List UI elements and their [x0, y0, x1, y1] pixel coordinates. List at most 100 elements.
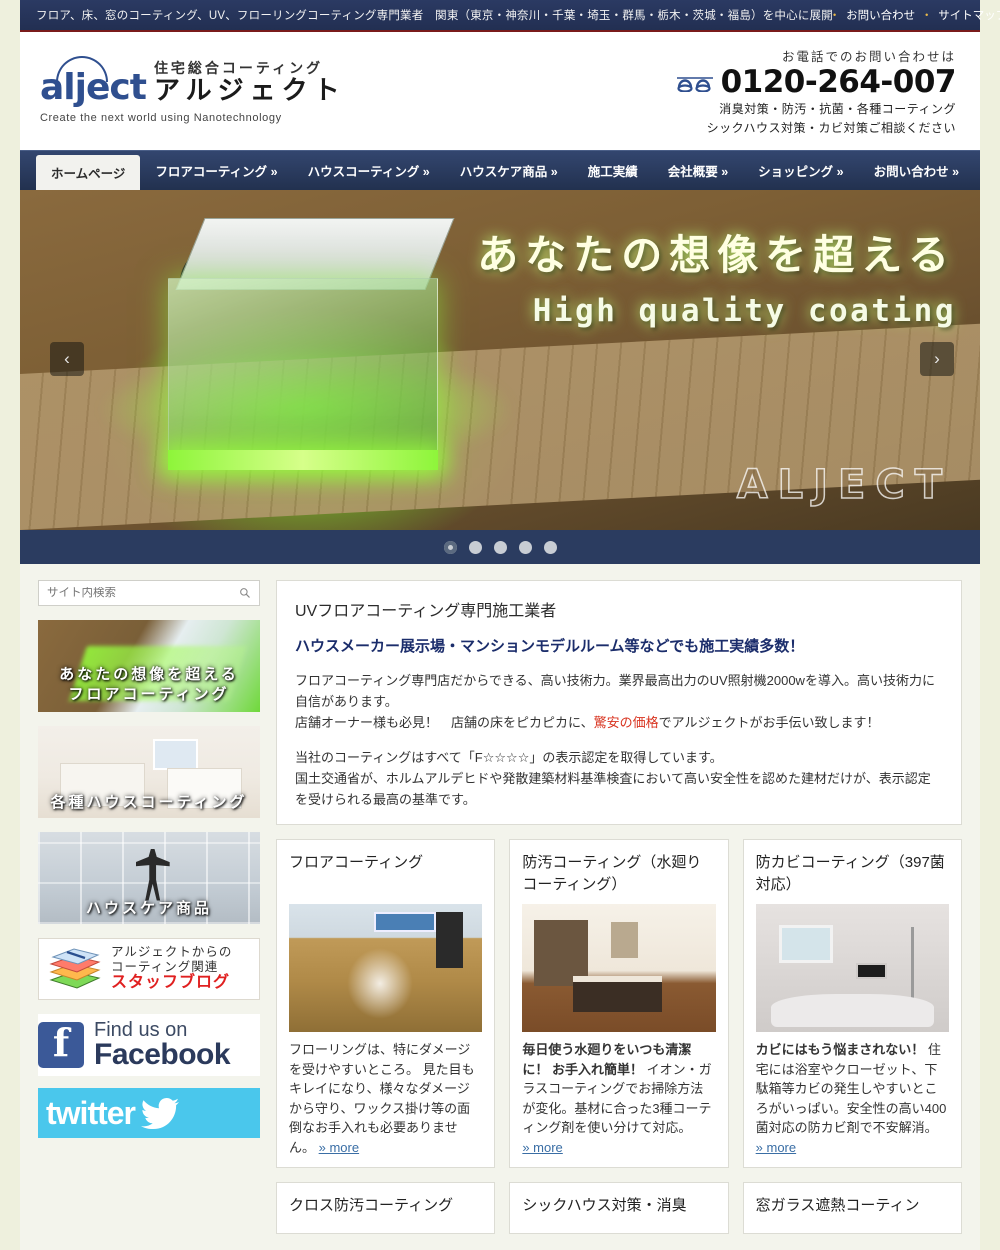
product-card[interactable]: 窓ガラス遮熱コーティン [742, 1182, 962, 1235]
intro-text-c: でアルジェクトがお手伝い致します！ [658, 715, 880, 731]
hero-uv-light-strip [168, 450, 438, 470]
card-more-link[interactable]: » more [319, 1140, 359, 1155]
sidebar-banner-1-caption-line2: フロアコーティング [68, 686, 230, 703]
facebook-line-1: Find us on [94, 1019, 188, 1041]
product-card[interactable]: 防汚コーティング（水廻りコーティング） 毎日使う水廻りをいつも清潔に！ お手入れ… [509, 839, 729, 1169]
logo-row: alject 住宅総合コーティング アルジェクト [40, 56, 346, 106]
sidebar-banner-housecare[interactable]: ハウスケア商品 [38, 832, 260, 924]
contact-label: お電話でのお問い合わせは [781, 49, 956, 64]
top-bar-links: • お問い合わせ • サイトマップ [833, 7, 1000, 23]
intro-panel: UVフロアコーティング専門施工業者 ハウスメーカー展示場・マンションモデルルーム… [276, 580, 962, 826]
hero-slider[interactable]: あなたの想像を超える High quality coating ALJECT ‹… [20, 190, 980, 530]
sidebar: あなたの想像を超える フロアコーティング 各種ハウスコーティング ハウスケア商品 [38, 580, 260, 1250]
image-bathtub [771, 993, 934, 1028]
nav-item-housecare-products[interactable]: ハウスケア商品 » [445, 151, 573, 190]
main-navigation: ホームページ フロアコーティング » ハウスコーティング » ハウスケア商品 »… [20, 150, 980, 190]
contact-sub-line-1: 消臭対策・防汚・抗菌・各種コーティング [719, 101, 956, 116]
top-bar-link-contact[interactable]: お問い合わせ [846, 7, 915, 23]
logo-japanese: 住宅総合コーティング アルジェクト [154, 60, 346, 106]
image-window [374, 911, 436, 933]
logo-wordmark: alject [40, 56, 147, 106]
product-card[interactable]: クロス防汚コーティング [276, 1182, 496, 1235]
main-column: UVフロアコーティング専門施工業者 ハウスメーカー展示場・マンションモデルルーム… [276, 580, 962, 1250]
hero-copy: あなたの想像を超える High quality coating [477, 232, 956, 329]
intro-subheading: ハウスメーカー展示場・マンションモデルルーム等などでも施工実績多数！ [295, 638, 805, 655]
slider-dot-5[interactable] [543, 540, 557, 554]
logo-jp-big: アルジェクト [153, 75, 346, 106]
top-bar-link-sitemap[interactable]: サイトマップ [938, 7, 1000, 23]
slider-prev-arrow-icon[interactable]: ‹ [50, 342, 84, 376]
card-title: フロアコーティング [289, 854, 424, 872]
sidebar-blog-banner[interactable]: アルジェクトからの コーティング関連 スタッフブログ [38, 938, 260, 1000]
image-vent [856, 963, 888, 979]
blog-line-3: スタッフブログ [111, 974, 231, 992]
blog-line-1: アルジェクトからの [111, 944, 233, 959]
slider-pagination [20, 530, 980, 564]
hero-title: あなたの想像を超える [477, 232, 956, 278]
search-input[interactable] [47, 587, 239, 599]
nav-item-contact[interactable]: お問い合わせ » [859, 151, 974, 190]
slider-next-arrow-icon[interactable]: › [920, 342, 954, 376]
facebook-icon: f [38, 1022, 84, 1068]
card-image-antifouling-coating [522, 904, 716, 1033]
sidebar-banner-1-caption-line1: あなたの想像を超える [59, 666, 239, 683]
blog-line-2: コーティング関連 [111, 959, 219, 974]
card-title: クロス防汚コーティング [289, 1197, 454, 1215]
books-icon [49, 948, 101, 989]
image-bath-window [778, 924, 833, 964]
header-contact: お電話でのお問い合わせは 0120-264-007 消臭対策・防汚・抗菌・各種コ… [675, 46, 957, 136]
twitter-label: twitter [46, 1094, 136, 1131]
blog-text: アルジェクトからの コーティング関連 スタッフブログ [111, 945, 232, 993]
logo-tagline: Create the next world using Nanotechnolo… [40, 112, 282, 124]
product-card[interactable]: 防カビコーティング（397菌対応） カビにはもう悩まされない！ 住宅には浴室やク… [742, 839, 962, 1169]
nav-item-works[interactable]: 施工実績 [573, 151, 653, 190]
contact-phone-number: 0120-264-007 [720, 63, 957, 100]
sidebar-banner-floor-coating[interactable]: あなたの想像を超える フロアコーティング [38, 620, 260, 712]
card-image-floor-coating [289, 904, 483, 1033]
page-root: フロア、床、窓のコーティング、UV、フローリングコーティング専門業者 関東（東京… [0, 0, 1000, 1250]
slider-dot-1[interactable] [443, 540, 457, 554]
card-image-antimold-coating [755, 904, 949, 1033]
logo-arc-icon [56, 56, 108, 82]
product-card-row-2: クロス防汚コーティング シックハウス対策・消臭 窓ガラス遮熱コーティン [276, 1182, 962, 1235]
nav-item-floor-coating[interactable]: フロアコーティング » [140, 151, 292, 190]
contact-phone-row: 0120-264-007 [675, 63, 957, 100]
site-logo[interactable]: alject 住宅総合コーティング アルジェクト Create the next… [40, 56, 346, 124]
intro-paragraph-1: フロアコーティング専門店だからできる、高い技術力。業界最高出力のUV照射機200… [295, 670, 943, 733]
bullet-icon: • [832, 10, 837, 20]
twitter-bird-icon [141, 1097, 179, 1129]
product-card[interactable]: フロアコーティング フローリングは、特にダメージを受けやすいところ。 見た目もキ… [276, 839, 496, 1169]
site-search[interactable] [38, 580, 260, 606]
slider-dot-4[interactable] [518, 540, 532, 554]
hero-product-image [160, 218, 460, 488]
card-more-link[interactable]: » more [522, 1140, 562, 1155]
facebook-line-2: Facebook [94, 1038, 231, 1071]
slider-dot-2[interactable] [468, 540, 482, 554]
freedial-icon [676, 77, 713, 93]
sidebar-banner-house-coating[interactable]: 各種ハウスコーティング [38, 726, 260, 818]
card-title: 窓ガラス遮熱コーティン [755, 1197, 920, 1215]
nav-item-company[interactable]: 会社概要 » [653, 151, 743, 190]
hero-box-body [168, 278, 438, 468]
image-shower-hose [911, 927, 915, 1005]
card-body: カビにはもう悩まされない！ 住宅には浴室やクローゼット、下駄箱等カビの発生しやす… [756, 1040, 949, 1157]
card-text-bold: カビにはもう悩まされない！ [755, 1042, 925, 1058]
content-area: あなたの想像を超える フロアコーティング 各種ハウスコーティング ハウスケア商品 [20, 564, 980, 1250]
sidebar-facebook-banner[interactable]: f Find us on Facebook [38, 1014, 260, 1076]
slider-dot-3[interactable] [493, 540, 507, 554]
search-icon[interactable] [239, 587, 251, 599]
site-header: alject 住宅総合コーティング アルジェクト Create the next… [20, 32, 980, 150]
card-body: 毎日使う水廻りをいつも清潔に！ お手入れ簡単！ イオン・ガラスコーティングでお掃… [522, 1040, 715, 1157]
card-title: 防汚コーティング（水廻りコーティング） [522, 854, 702, 894]
product-card[interactable]: シックハウス対策・消臭 [509, 1182, 729, 1235]
nav-item-house-coating[interactable]: ハウスコーティング » [293, 151, 445, 190]
sidebar-banner-3-caption: ハウスケア商品 [85, 900, 212, 917]
card-text: フローリングは、特にダメージを受けやすいところ。 見た目もキレイになり、様々なダ… [289, 1042, 475, 1155]
card-body: フローリングは、特にダメージを受けやすいところ。 見た目もキレイになり、様々なダ… [289, 1040, 482, 1157]
nav-item-shopping[interactable]: ショッピング » [743, 151, 858, 190]
contact-sub-line-2: シックハウス対策・カビ対策ご相談ください [706, 121, 956, 135]
sidebar-twitter-banner[interactable]: twitter [38, 1088, 260, 1138]
card-more-link[interactable]: » more [756, 1140, 796, 1155]
nav-item-home[interactable]: ホームページ [36, 155, 141, 190]
banner-window-shape [153, 738, 198, 771]
